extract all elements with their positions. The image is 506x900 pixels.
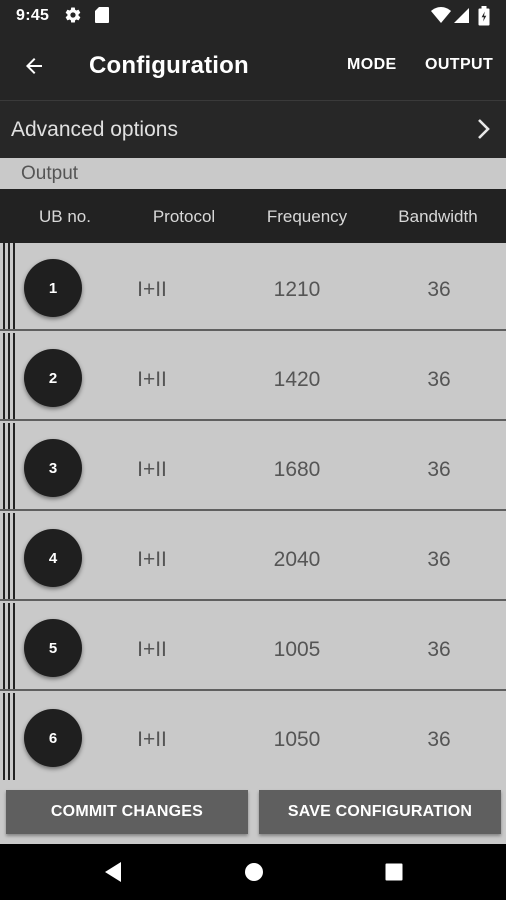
back-button[interactable] xyxy=(14,46,54,86)
row-edge-lines xyxy=(3,603,19,689)
column-header-ub: UB no. xyxy=(39,207,91,226)
column-header-frequency: Frequency xyxy=(266,207,348,226)
nav-back-icon xyxy=(105,862,121,882)
bandwidth-cell: 36 xyxy=(427,548,451,571)
status-time: 9:45 xyxy=(16,7,50,24)
output-button[interactable]: OUTPUT xyxy=(425,56,493,74)
system-nav-bar xyxy=(0,844,506,900)
commit-changes-button[interactable]: COMMIT CHANGES xyxy=(6,790,248,834)
row-edge-lines xyxy=(3,243,19,329)
protocol-cell: I+II xyxy=(137,728,167,751)
sd-card-icon xyxy=(94,6,110,29)
battery-icon xyxy=(478,6,490,31)
section-header: Output xyxy=(0,158,506,189)
gear-icon xyxy=(64,6,82,29)
nav-home-icon xyxy=(245,863,263,881)
protocol-cell: I+II xyxy=(137,368,167,391)
table-row[interactable]: 5 I+II 1005 36 xyxy=(0,603,506,691)
ub-badge: 1 xyxy=(24,259,82,317)
save-configuration-button[interactable]: SAVE CONFIGURATION xyxy=(259,790,501,834)
frequency-cell: 1680 xyxy=(273,458,321,481)
nav-recents-icon xyxy=(385,863,403,881)
bandwidth-cell: 36 xyxy=(427,728,451,751)
advanced-options-row[interactable]: Advanced options xyxy=(0,100,506,158)
nav-home-button[interactable] xyxy=(242,860,266,884)
ub-badge: 6 xyxy=(24,709,82,767)
protocol-cell: I+II xyxy=(137,548,167,571)
row-edge-lines xyxy=(3,513,19,599)
arrow-back-icon xyxy=(26,58,42,74)
nav-back-button[interactable] xyxy=(101,860,125,884)
protocol-cell: I+II xyxy=(137,638,167,661)
frequency-cell: 1005 xyxy=(273,638,321,661)
column-header-bandwidth: Bandwidth xyxy=(398,207,478,226)
bandwidth-cell: 36 xyxy=(427,278,451,301)
wifi-icon xyxy=(431,6,451,29)
output-table: 1 I+II 1210 36 2 I+II 1420 36 3 I+II 168… xyxy=(0,243,506,781)
advanced-options-label: Advanced options xyxy=(11,118,178,141)
protocol-cell: I+II xyxy=(137,458,167,481)
bottom-button-bar: COMMIT CHANGES SAVE CONFIGURATION xyxy=(0,780,506,844)
bandwidth-cell: 36 xyxy=(427,368,451,391)
ub-badge: 3 xyxy=(24,439,82,497)
protocol-cell: I+II xyxy=(137,278,167,301)
table-row[interactable]: 4 I+II 2040 36 xyxy=(0,513,506,601)
bandwidth-cell: 36 xyxy=(427,458,451,481)
frequency-cell: 1210 xyxy=(273,278,321,301)
ub-badge: 5 xyxy=(24,619,82,677)
signal-icon xyxy=(454,6,470,29)
app-bar: Configuration MODE OUTPUT xyxy=(0,32,506,100)
column-header-protocol: Protocol xyxy=(152,207,216,226)
section-label: Output xyxy=(21,163,79,184)
row-edge-lines xyxy=(3,333,19,419)
frequency-cell: 1420 xyxy=(273,368,321,391)
table-row[interactable]: 1 I+II 1210 36 xyxy=(0,243,506,331)
ub-badge: 2 xyxy=(24,349,82,407)
status-bar: 9:45 xyxy=(0,0,506,32)
table-header: UB no. Protocol Frequency Bandwidth xyxy=(0,189,506,243)
chevron-right-icon xyxy=(476,117,492,146)
table-row[interactable]: 2 I+II 1420 36 xyxy=(0,333,506,421)
table-row[interactable]: 6 I+II 1050 36 xyxy=(0,693,506,781)
nav-recents-button[interactable] xyxy=(382,860,406,884)
mode-button[interactable]: MODE xyxy=(347,56,397,74)
ub-badge: 4 xyxy=(24,529,82,587)
row-edge-lines xyxy=(3,423,19,509)
frequency-cell: 1050 xyxy=(273,728,321,751)
bandwidth-cell: 36 xyxy=(427,638,451,661)
row-edge-lines xyxy=(3,693,19,781)
frequency-cell: 2040 xyxy=(273,548,321,571)
page-title: Configuration xyxy=(89,52,249,79)
table-row[interactable]: 3 I+II 1680 36 xyxy=(0,423,506,511)
